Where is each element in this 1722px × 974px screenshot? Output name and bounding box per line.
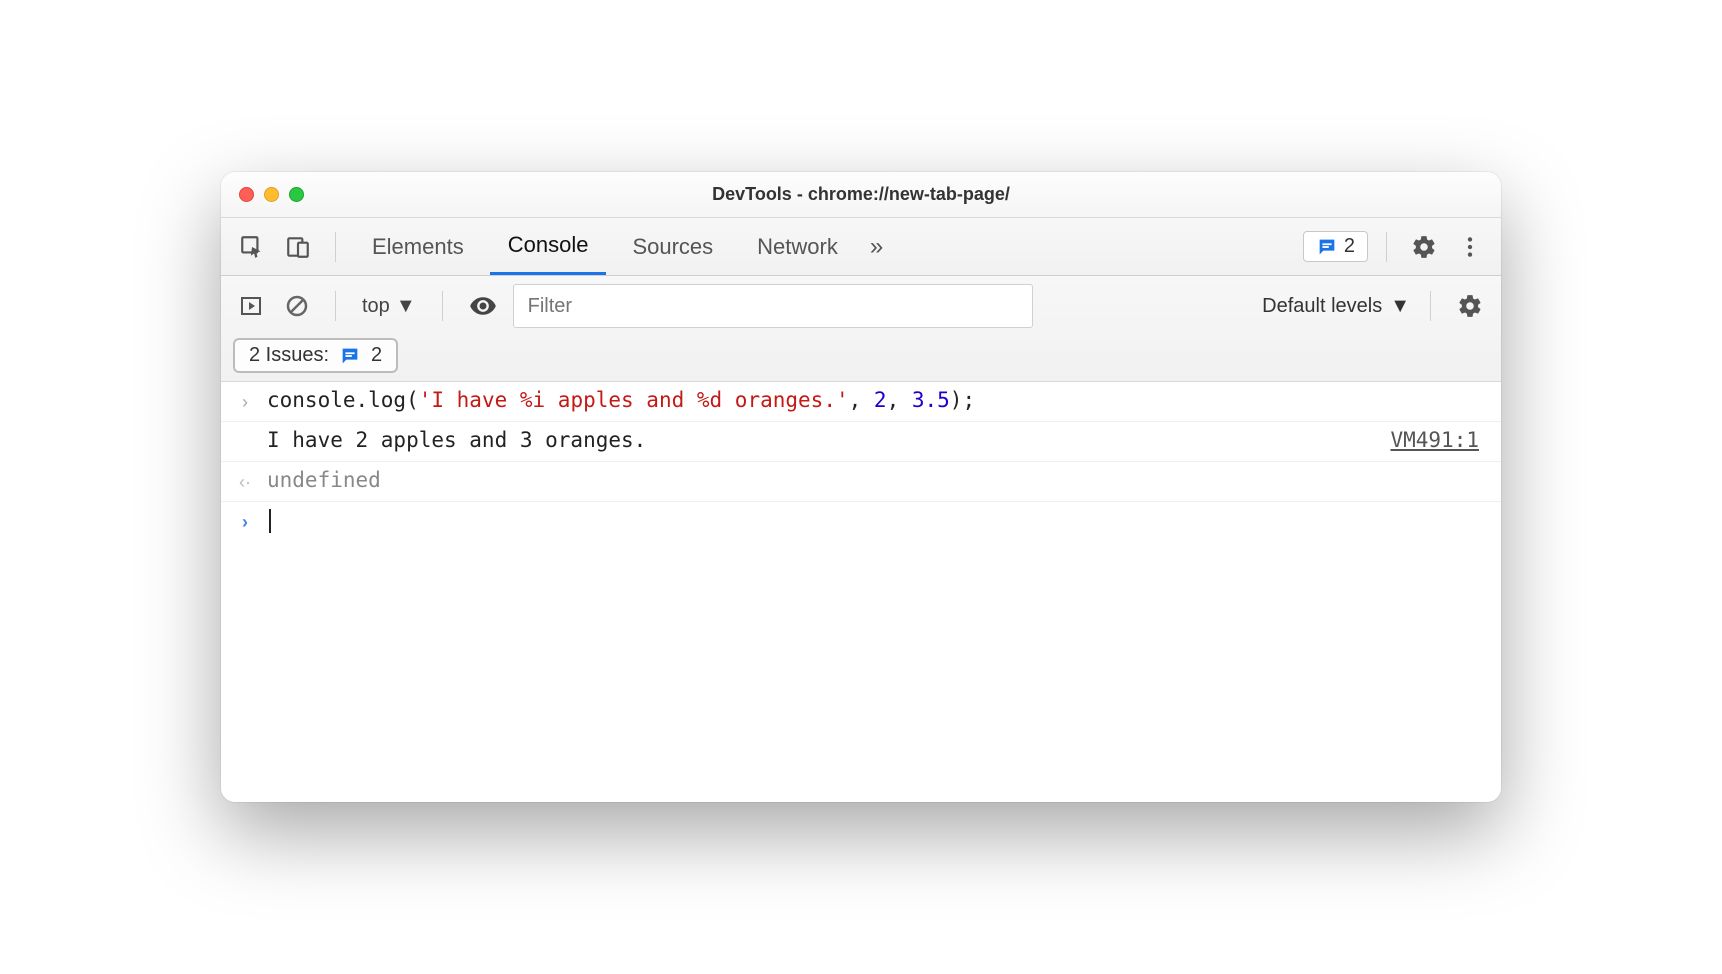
- prompt-input[interactable]: [267, 508, 1487, 533]
- tok-c1: ,: [849, 388, 874, 412]
- log-levels-selector[interactable]: Default levels ▼: [1262, 295, 1410, 318]
- window-title: DevTools - chrome://new-tab-page/: [221, 184, 1501, 205]
- divider: [1430, 291, 1431, 321]
- sidebar-toggle-icon[interactable]: [233, 294, 269, 318]
- console-output-row: I have 2 apples and 3 oranges. VM491:1: [221, 422, 1501, 462]
- close-window-button[interactable]: [239, 187, 254, 202]
- input-code: console.log('I have %i apples and %d ora…: [267, 388, 1487, 412]
- tok-string: 'I have %i apples and %d oranges.': [419, 388, 849, 412]
- filter-input[interactable]: [513, 284, 1033, 328]
- titlebar: DevTools - chrome://new-tab-page/: [221, 172, 1501, 218]
- divider: [442, 291, 443, 321]
- output-gutter: [235, 428, 255, 432]
- return-value: undefined: [267, 468, 1487, 492]
- blank-area: [221, 542, 1501, 802]
- message-icon: [1316, 236, 1338, 258]
- inspect-element-icon[interactable]: [233, 234, 271, 260]
- text-cursor: [269, 509, 271, 533]
- tab-console[interactable]: Console: [490, 218, 607, 275]
- input-chevron-icon: ›: [235, 388, 255, 413]
- dropdown-icon: ▼: [1390, 295, 1410, 318]
- console-input-row: › console.log('I have %i apples and %d o…: [221, 382, 1501, 422]
- source-link[interactable]: VM491:1: [1390, 428, 1487, 452]
- minimize-window-button[interactable]: [264, 187, 279, 202]
- context-label: top: [362, 295, 390, 318]
- divider: [1386, 232, 1387, 262]
- tok-open: (: [406, 388, 419, 412]
- tok-close: );: [950, 388, 975, 412]
- issues-count: 2: [1344, 235, 1355, 258]
- message-icon: [339, 345, 361, 367]
- live-expression-icon[interactable]: [463, 292, 503, 320]
- issues-chip-label: 2 Issues:: [249, 344, 329, 367]
- levels-label: Default levels: [1262, 295, 1382, 318]
- settings-icon[interactable]: [1405, 234, 1443, 260]
- context-selector[interactable]: top ▼: [356, 295, 422, 318]
- tab-sources[interactable]: Sources: [614, 218, 731, 275]
- issues-chip[interactable]: 2 Issues: 2: [233, 338, 398, 373]
- main-tabbar: Elements Console Sources Network » 2: [221, 218, 1501, 276]
- tok-c2: ,: [887, 388, 912, 412]
- tok-method: console.log: [267, 388, 406, 412]
- tok-arg2: 3.5: [912, 388, 950, 412]
- issues-badge[interactable]: 2: [1303, 231, 1368, 262]
- console-toolbar: top ▼ Default levels ▼ 2 Issues: 2: [221, 276, 1501, 382]
- tok-arg1: 2: [874, 388, 887, 412]
- return-chevron-icon: ‹·: [235, 468, 255, 493]
- console-body: › console.log('I have %i apples and %d o…: [221, 382, 1501, 802]
- device-toggle-icon[interactable]: [279, 234, 317, 260]
- prompt-chevron-icon: ›: [235, 508, 255, 533]
- divider: [335, 291, 336, 321]
- clear-console-icon[interactable]: [279, 294, 315, 318]
- console-settings-icon[interactable]: [1451, 293, 1489, 319]
- kebab-menu-icon[interactable]: [1451, 234, 1489, 260]
- console-return-row: ‹· undefined: [221, 462, 1501, 502]
- console-prompt-row[interactable]: ›: [221, 502, 1501, 542]
- tab-network[interactable]: Network: [739, 218, 856, 275]
- issues-chip-count: 2: [371, 344, 382, 367]
- more-tabs-icon[interactable]: »: [864, 233, 889, 261]
- devtools-window: DevTools - chrome://new-tab-page/ Elemen…: [221, 172, 1501, 802]
- divider: [335, 232, 336, 262]
- traffic-lights: [221, 187, 304, 202]
- dropdown-icon: ▼: [396, 295, 416, 318]
- tab-elements[interactable]: Elements: [354, 218, 482, 275]
- output-text: I have 2 apples and 3 oranges.: [267, 428, 1378, 452]
- zoom-window-button[interactable]: [289, 187, 304, 202]
